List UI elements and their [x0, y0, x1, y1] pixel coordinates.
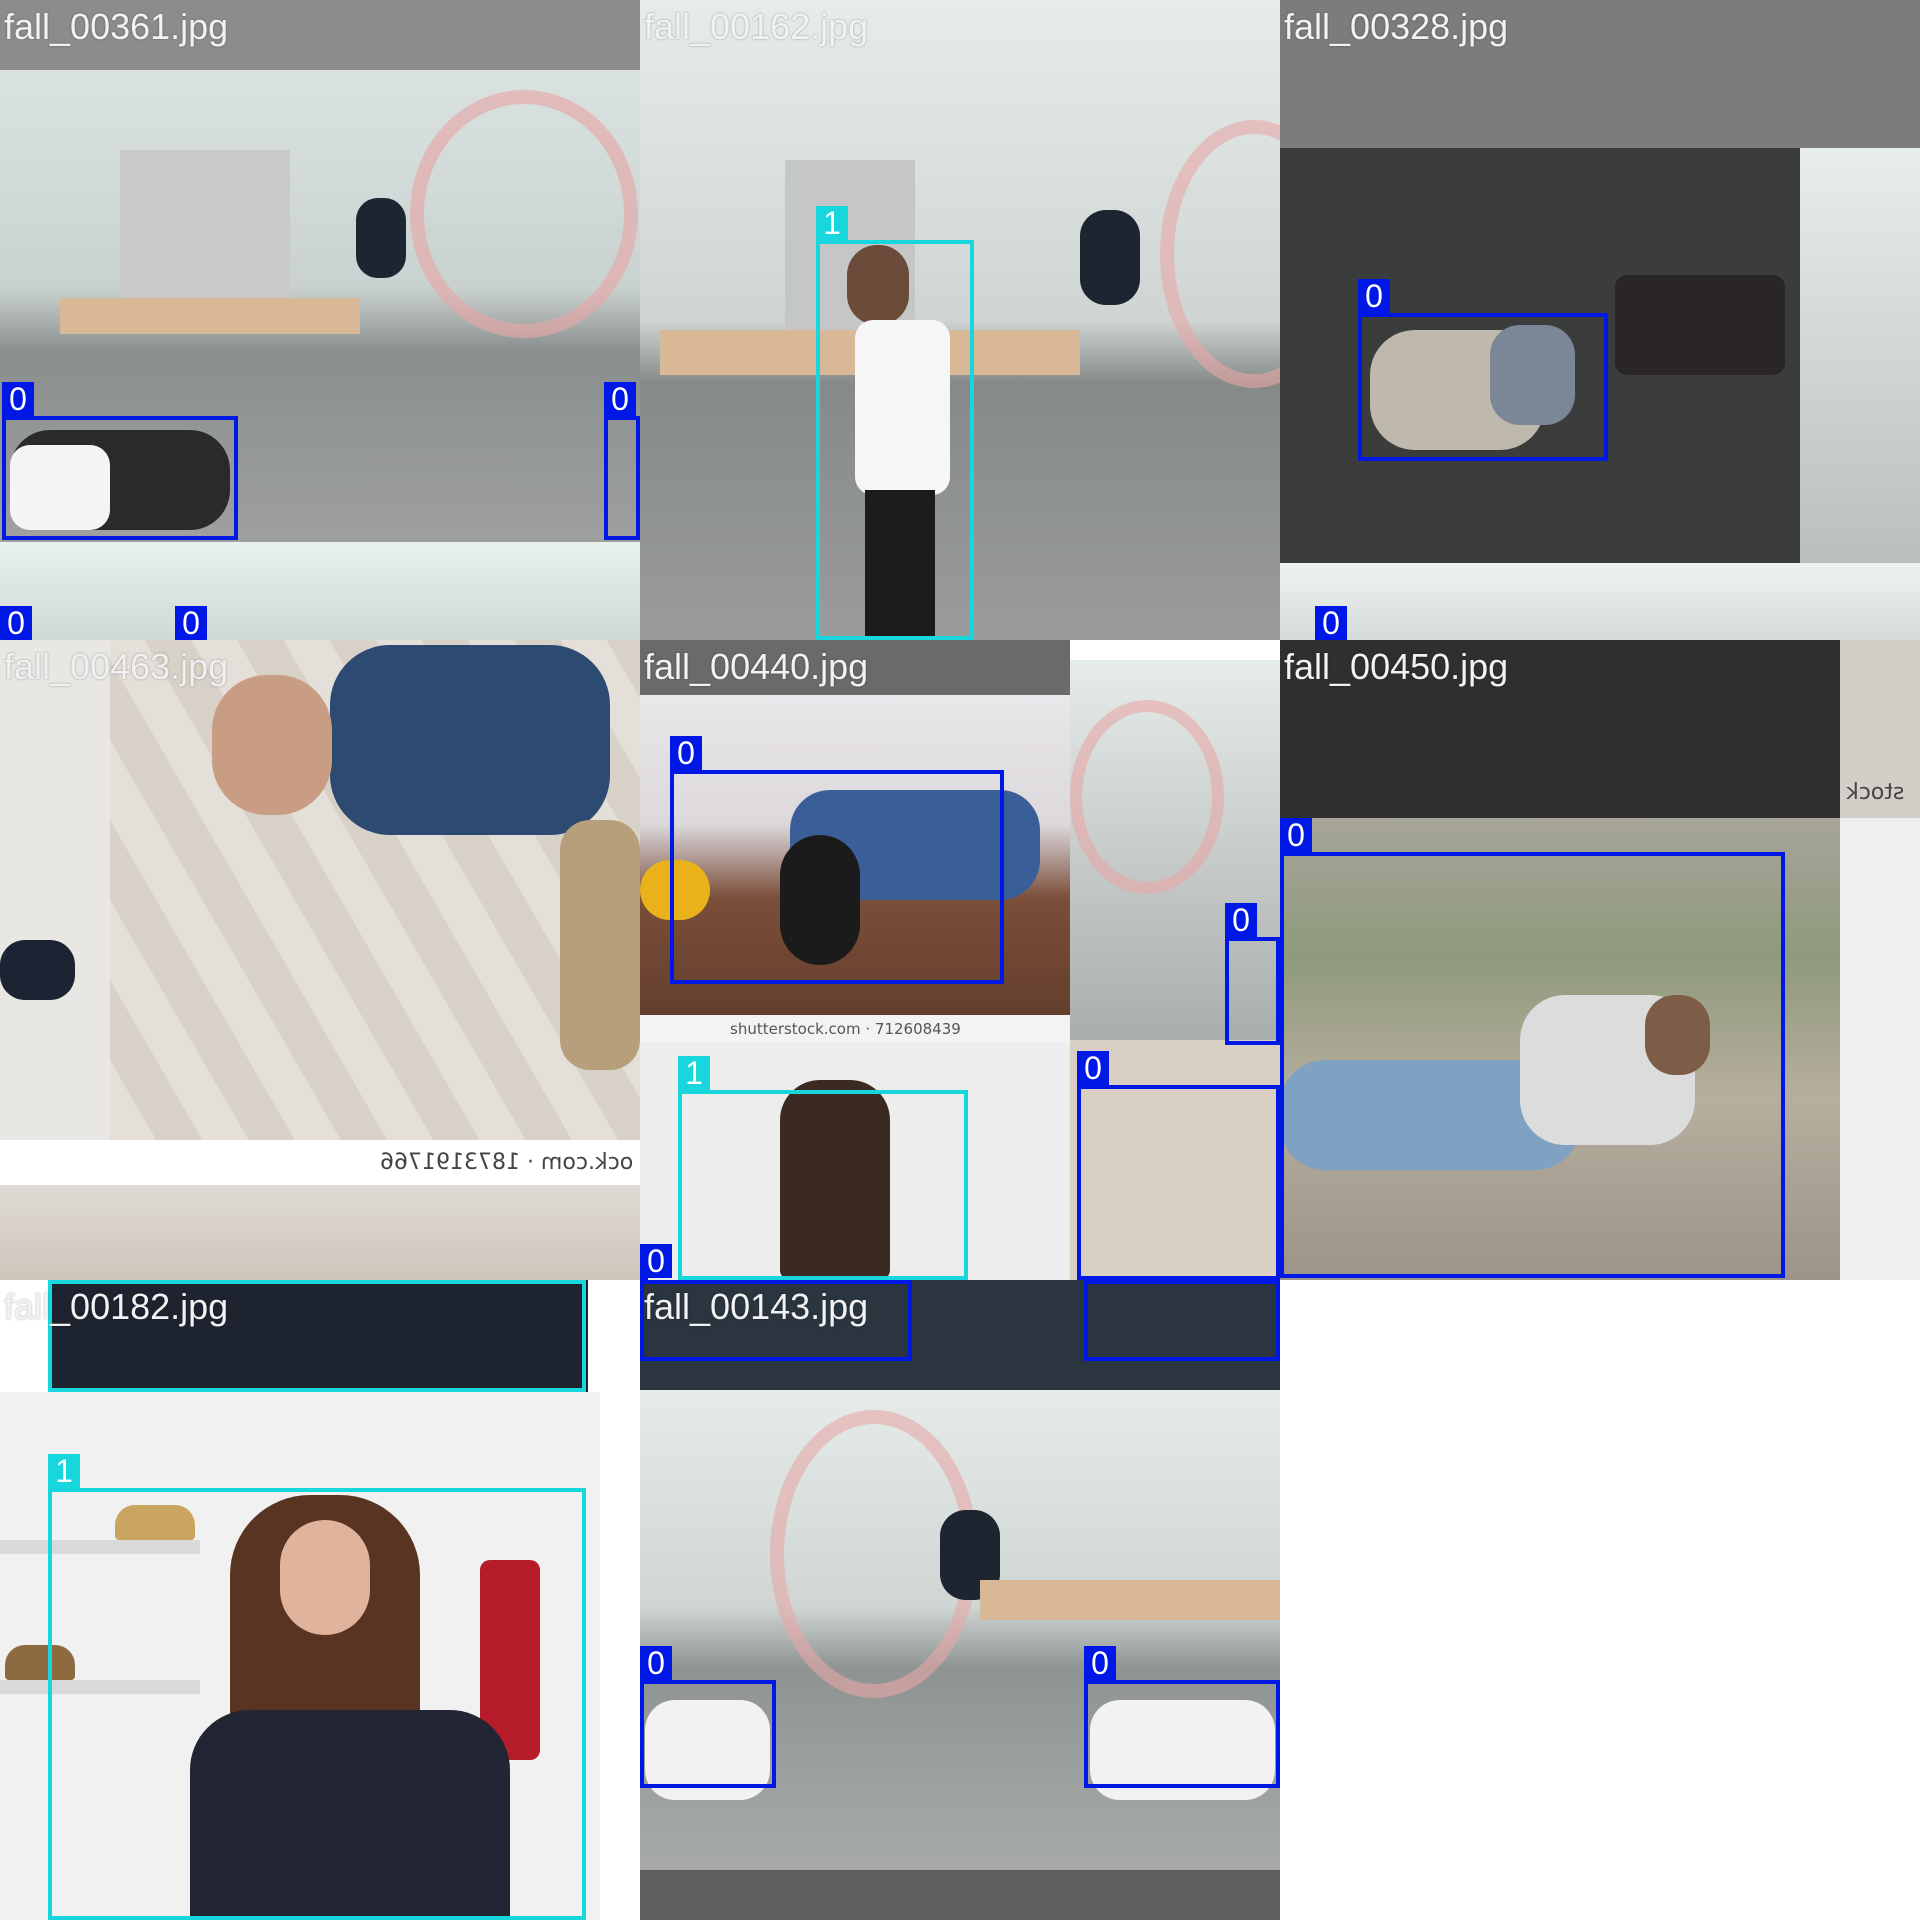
mosaic-tile: fall_00182.jpg 1 1 — [0, 1280, 640, 1920]
lower-strip — [1280, 563, 1920, 640]
class-label: 0 — [1077, 1051, 1109, 1085]
class-label: 0 — [640, 1244, 672, 1278]
bench — [60, 298, 360, 334]
man-trousers — [560, 820, 640, 1070]
sneaker — [0, 940, 75, 1000]
image-title: fall_00450.jpg — [1284, 646, 1509, 687]
detection-box: 0 — [1084, 1646, 1280, 1788]
mosaic-tile: fall_00162.jpg 1 — [640, 0, 1280, 640]
image-title: fall_00143.jpg — [644, 1286, 869, 1327]
bench — [980, 1580, 1280, 1620]
detection-box: 0 — [1077, 1051, 1280, 1280]
image-title: fall_00162.jpg — [644, 6, 869, 47]
detection-box: 0 — [604, 382, 640, 540]
side-image — [1800, 148, 1920, 563]
mosaic-tile: fall_00361.jpg 0 0 0 0 — [0, 0, 640, 640]
elevator-door — [120, 150, 290, 320]
detection-box: 0 — [1280, 818, 1785, 1278]
class-label: 0 — [2, 382, 34, 416]
logo-letter — [1080, 210, 1140, 305]
empty-cell — [1280, 1280, 1920, 1920]
mosaic-tile: stock fall_00450.jpg 0 0 — [1280, 640, 1920, 1280]
letterbox-bar — [640, 1870, 1280, 1920]
detection-box: 0 — [1084, 1280, 1280, 1361]
class-label: 0 — [1225, 903, 1257, 937]
detection-box: 0 — [670, 736, 1004, 984]
class-label: 0 — [640, 1646, 672, 1680]
lower-strip — [0, 542, 640, 640]
mosaic-tile: shutterstock.com · 712608439 fall_00440.… — [640, 640, 1280, 1280]
class-label: 1 — [816, 206, 848, 240]
swirl-mural — [410, 90, 638, 338]
detection-box: 1 — [678, 1056, 968, 1280]
man-head — [212, 675, 332, 815]
detection-box: 0 — [1225, 903, 1280, 1045]
swirl-mural — [1070, 700, 1224, 894]
class-label: 0 — [0, 606, 32, 640]
watermark-text: shutterstock.com · 712608439 — [730, 1020, 961, 1038]
left-image — [0, 640, 110, 1140]
class-label: 0 — [1084, 1646, 1116, 1680]
class-label: 0 — [604, 382, 636, 416]
class-label: 0 — [175, 606, 207, 640]
image-title: fall_00182.jpg — [4, 1286, 229, 1327]
class-label: 0 — [1315, 606, 1347, 640]
gutter — [600, 1280, 640, 1920]
image-title: fall_00440.jpg — [644, 646, 869, 687]
shelf-image — [1840, 818, 1920, 1280]
lower-strip — [0, 1185, 640, 1280]
mosaic-tile: ock.com · 1873191766 fall_00463.jpg — [0, 640, 640, 1280]
watermark-text: stock — [1846, 780, 1905, 805]
mosaic-tile: fall_00328.jpg 0 0 — [1280, 0, 1920, 640]
detection-box: 1 — [48, 1454, 586, 1920]
class-label: 0 — [670, 736, 702, 770]
detection-box: 0 — [1358, 279, 1608, 461]
image-title: fall_00361.jpg — [4, 6, 229, 47]
class-label: 0 — [1280, 818, 1312, 852]
mosaic-tile: fall_00143.jpg 0 0 0 0 — [640, 1280, 1280, 1920]
image-title: fall_00463.jpg — [4, 646, 229, 687]
chair — [1615, 275, 1785, 375]
class-label: 1 — [678, 1056, 710, 1090]
detection-box: 1 — [816, 206, 974, 640]
class-label: 0 — [1358, 279, 1390, 313]
detection-box: 0 — [640, 1646, 776, 1788]
man-shirt — [330, 645, 610, 835]
watermark-text: ock.com · 1873191766 — [380, 1150, 634, 1175]
detection-box: 0 — [2, 382, 238, 540]
image-title: fall_00328.jpg — [1284, 6, 1509, 47]
class-label: 1 — [48, 1454, 80, 1488]
logo-letter — [356, 198, 406, 278]
